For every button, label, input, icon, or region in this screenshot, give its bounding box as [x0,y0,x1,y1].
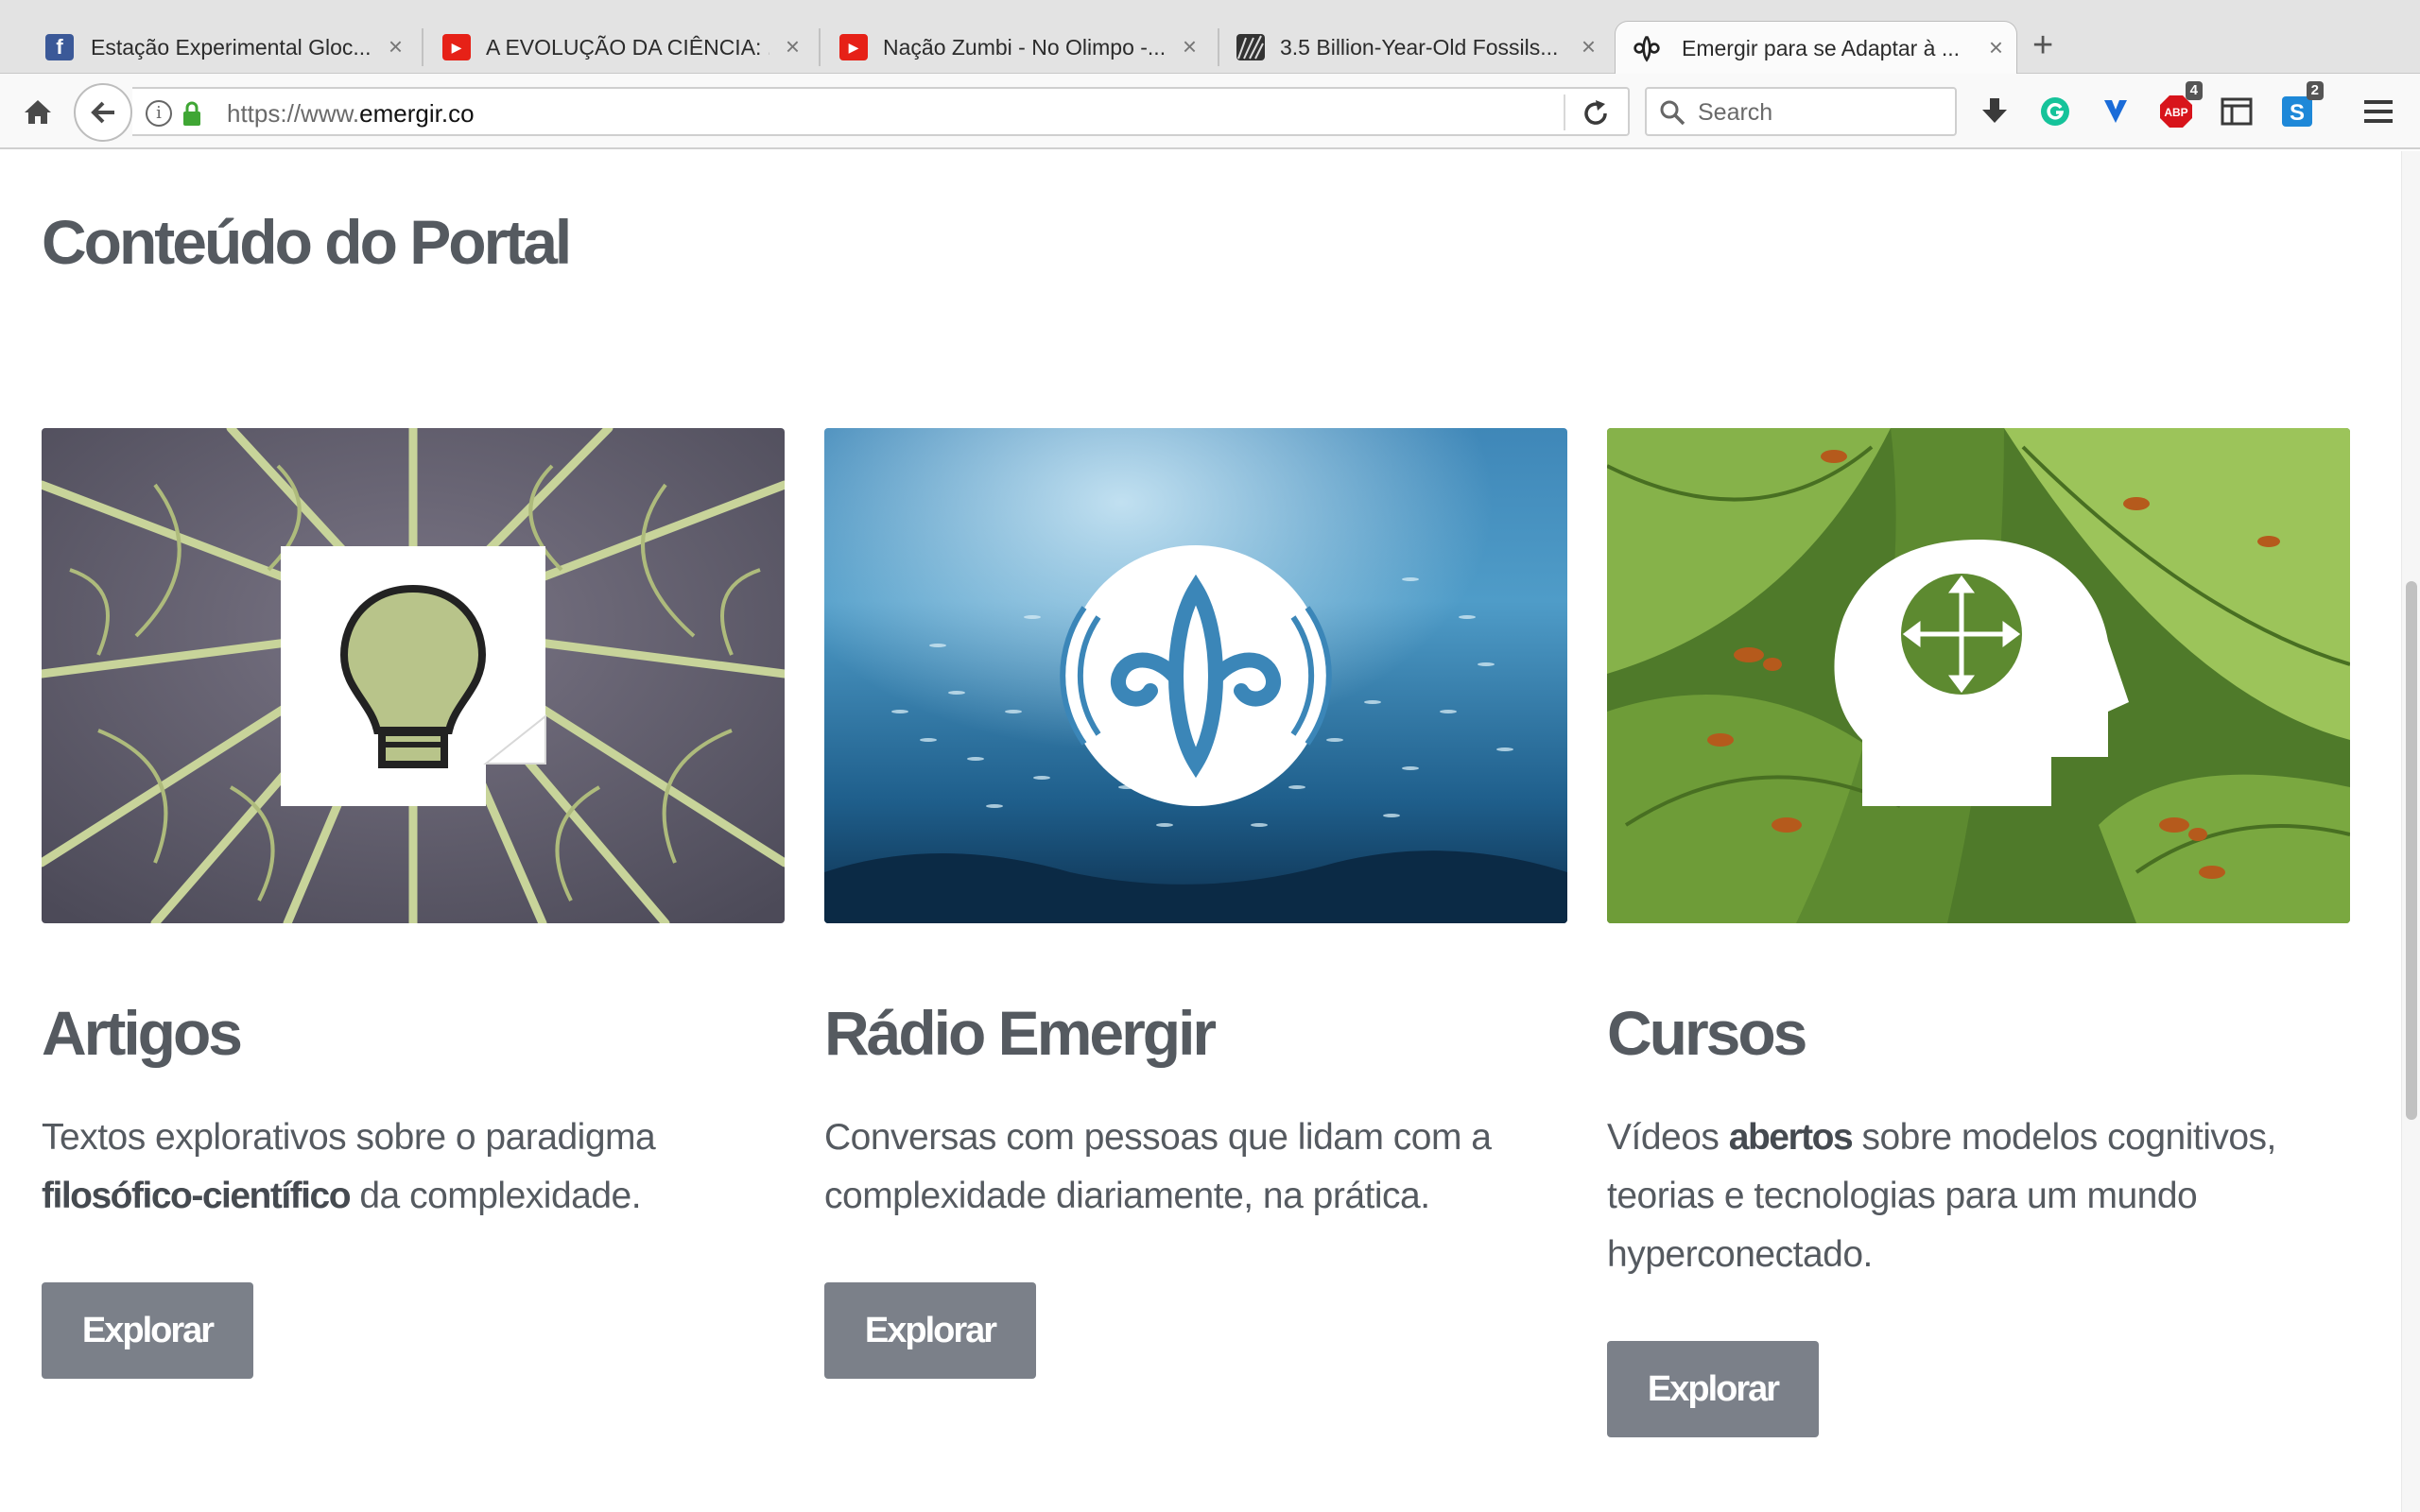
desc-bold: filosófico-científico [42,1176,352,1216]
tab-evolucao-ciencia[interactable]: ▶ A EVOLUÇÃO DA CIÊNCIA: ... × [397,21,813,74]
tab-fossils[interactable]: 3.5 Billion-Year-Old Fossils... × [1193,21,1609,74]
vertical-scrollbar[interactable] [2401,151,2420,1512]
tab-label: Estação Experimental Gloc... [91,35,372,60]
url-bar[interactable]: i https://www.emergir.co [132,87,1630,136]
home-icon[interactable] [23,96,53,127]
url-domain: emergir.co [359,99,475,128]
emergir-logo-icon [1633,35,1661,62]
url-text[interactable]: https://www.emergir.co [227,99,475,128]
card-description: Vídeos abertos sobre modelos cognitivos,… [1607,1108,2354,1284]
arrow-left-icon [91,101,114,124]
card-description: Conversas com pessoas que lidam com a co… [824,1108,1571,1226]
tab-bar: f Estação Experimental Gloc... × ▶ A EVO… [0,0,2420,74]
tab-label: Nação Zumbi - No Olimpo -... [883,35,1167,60]
explore-cursos-button[interactable]: Explorar [1607,1341,1819,1437]
leaf-veins-image [42,428,785,923]
s-label: S [2290,100,2305,126]
adblock-plus-icon[interactable]: ABP 4 [2157,81,2203,130]
tab-estacao-experimental[interactable]: f Estação Experimental Gloc... × [0,21,416,74]
url-prefix: https://www. [227,99,360,128]
sidebar-window-icon[interactable] [2218,93,2256,130]
pocket-heart-icon[interactable] [2097,93,2135,130]
tab-label: Emergir para se Adaptar à ... [1682,36,1961,60]
section-title: Conteúdo do Portal [42,207,572,277]
explore-artigos-button[interactable]: Explorar [42,1282,253,1379]
abp-label: ABP [2164,106,2187,119]
explore-radio-button[interactable]: Explorar [824,1282,1036,1379]
reload-icon[interactable] [1581,98,1611,129]
tab-label: A EVOLUÇÃO DA CIÊNCIA: ... [486,35,769,60]
navigation-toolbar: i https://www.emergir.co Search ABP 4 S … [0,74,2420,149]
search-input[interactable]: Search [1698,99,1772,127]
tab-nacao-zumbi[interactable]: ▶ Nação Zumbi - No Olimpo -... × [794,21,1210,74]
card-description: Textos explorativos sobre o paradigma fi… [42,1108,788,1226]
info-icon[interactable]: i [146,100,172,127]
card-title: Artigos [42,998,243,1068]
page-content: Conteúdo do Portal Artigos Textos explor… [0,151,2401,1512]
close-tab-icon[interactable]: × [1989,33,2003,61]
facebook-icon: f [45,34,74,60]
tab-label: 3.5 Billion-Year-Old Fossils... [1280,35,1559,60]
url-separator [1564,94,1565,130]
new-tab-button[interactable]: + [2032,26,2053,64]
s-extension-icon[interactable]: S 2 [2278,81,2324,130]
fish-school-image [824,428,1567,923]
close-tab-icon[interactable]: × [1582,32,1596,60]
tab-emergir-active[interactable]: Emergir para se Adaptar à ... × [1615,21,2017,74]
cursos-image[interactable] [1607,428,2350,923]
desc-bold: abertos [1728,1117,1854,1158]
youtube-icon: ▶ [839,34,868,60]
card-title: Cursos [1607,998,1807,1068]
radio-emergir-image[interactable] [824,428,1567,923]
download-icon[interactable] [1976,93,2014,130]
scrollbar-thumb[interactable] [2406,581,2417,1120]
hamburger-menu-icon[interactable] [2360,93,2397,130]
search-icon [1660,100,1685,126]
ants-leaves-image [1607,428,2350,923]
search-bar[interactable]: Search [1645,87,1957,136]
desc-text: Vídeos [1607,1117,1729,1158]
s-count-badge: 2 [2306,81,2324,100]
desc-text: da complexidade. [350,1176,642,1216]
desc-text: Textos explorativos sobre o paradigma [42,1117,656,1158]
grammarly-icon[interactable] [2036,93,2074,130]
image-icon [1236,34,1265,60]
card-title: Rádio Emergir [824,998,1217,1068]
back-button[interactable] [74,83,132,142]
artigos-image[interactable] [42,428,785,923]
abp-count-badge: 4 [2185,81,2203,100]
lock-icon[interactable] [182,100,202,127]
youtube-icon: ▶ [442,34,471,60]
desc-text: Conversas com pessoas que lidam com a co… [824,1117,1492,1216]
